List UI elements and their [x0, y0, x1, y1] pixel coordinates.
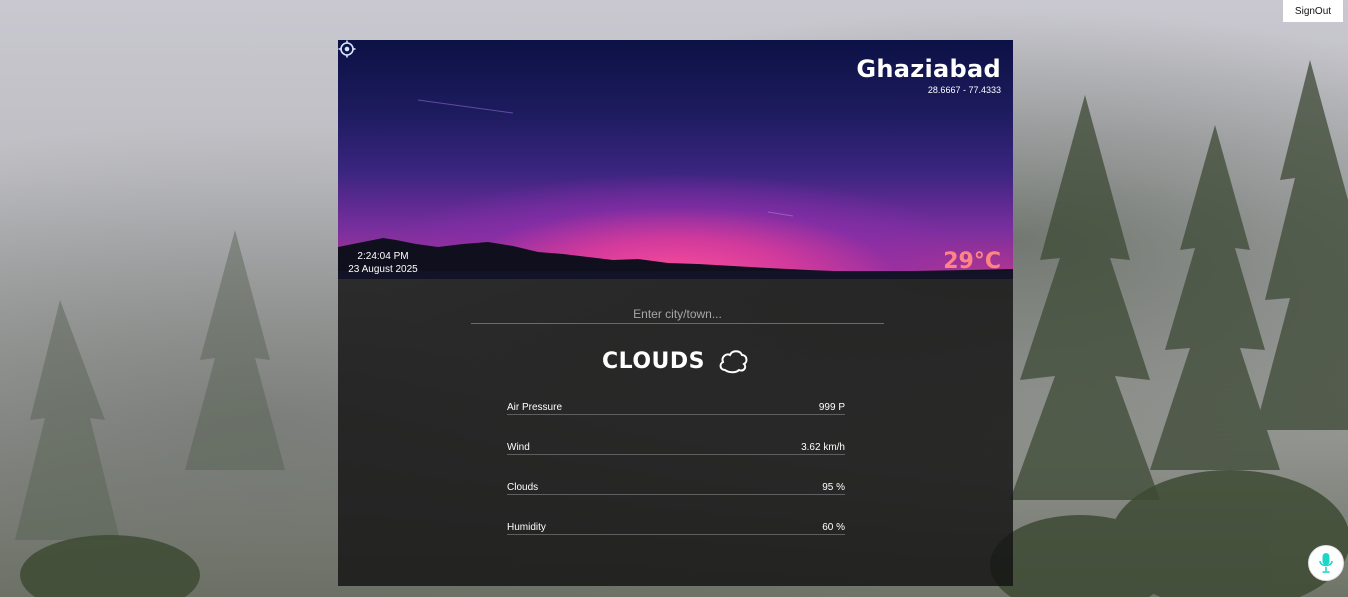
stat-label: Air Pressure — [507, 402, 563, 413]
date-time: 2:24:04 PM 23 August 2025 — [342, 250, 424, 276]
weather-stats: Air Pressure 999 P Wind 3.62 km/h Clouds… — [507, 402, 845, 562]
voice-search-button[interactable] — [1308, 545, 1344, 581]
weather-condition: CLOUDS — [338, 347, 1013, 375]
temperature: 29°C — [943, 249, 1001, 274]
signout-button[interactable]: SignOut — [1283, 0, 1343, 22]
stat-label: Wind — [507, 442, 530, 453]
condition-label: CLOUDS — [601, 348, 706, 374]
city-search-input[interactable] — [471, 305, 884, 324]
microphone-icon — [1319, 553, 1333, 573]
crosshair-icon[interactable] — [338, 40, 356, 58]
stat-value: 3.62 km/h — [801, 442, 845, 453]
stat-label: Humidity — [507, 522, 546, 533]
stat-label: Clouds — [507, 482, 539, 493]
stat-value: 60 % — [822, 522, 845, 533]
stat-value: 999 P — [818, 402, 845, 413]
current-date: 23 August 2025 — [348, 264, 418, 275]
stat-value: 95 % — [822, 482, 845, 493]
stat-humidity: Humidity 60 % — [507, 522, 845, 562]
stat-wind: Wind 3.62 km/h — [507, 442, 845, 482]
weather-hero: Ghaziabad 28.6667 - 77.4333 2:24:04 PM 2… — [338, 40, 1013, 279]
city-name: Ghaziabad — [856, 55, 1001, 83]
stat-air-pressure: Air Pressure 999 P — [507, 402, 845, 442]
current-time: 2:24:04 PM — [357, 251, 409, 262]
stat-clouds: Clouds 95 % — [507, 482, 845, 522]
weather-card: Ghaziabad 28.6667 - 77.4333 2:24:04 PM 2… — [338, 40, 1013, 586]
cloud-icon — [719, 350, 748, 374]
city-coordinates: 28.6667 - 77.4333 — [927, 85, 1001, 95]
